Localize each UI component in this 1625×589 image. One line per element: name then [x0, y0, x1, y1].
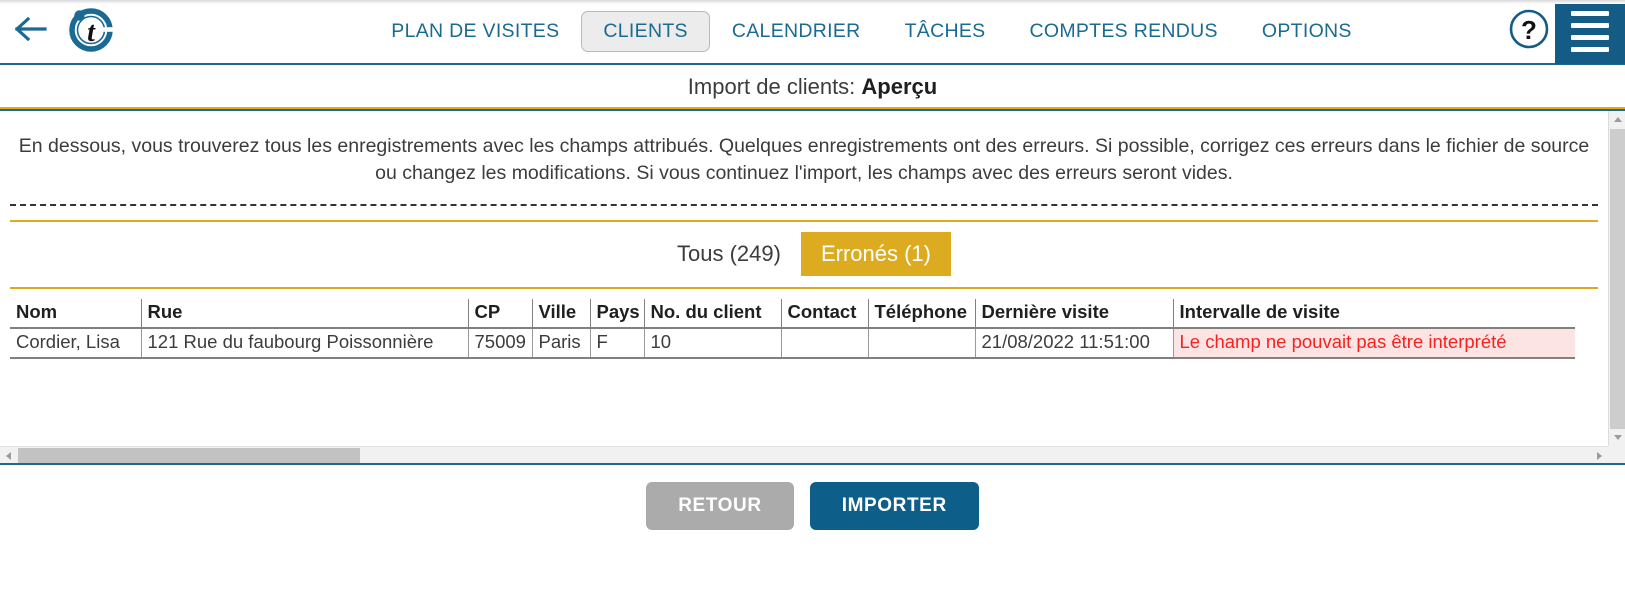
chevron-right-icon — [1597, 451, 1602, 460]
cell-cp: 75009 — [468, 328, 533, 359]
cell-derniere-visite: 21/08/2022 11:51:00 — [975, 328, 1174, 359]
hamburger-bar-2 — [1571, 35, 1609, 40]
help-button[interactable]: ? — [1503, 0, 1555, 64]
dashed-divider — [10, 204, 1598, 206]
horizontal-scrollbar-thumb[interactable] — [18, 448, 360, 463]
scroll-right-button[interactable] — [1591, 447, 1608, 463]
page-title-bar: Import de clients: Aperçu — [0, 65, 1625, 109]
records-table-wrapper: Nom Rue CP Ville Pays No. du client Cont… — [10, 299, 1598, 359]
page-title: Import de clients: Aperçu — [688, 74, 937, 100]
brand-logo[interactable]: t — [62, 0, 120, 64]
intro-instructions: En dessous, vous trouverez tous les enre… — [18, 135, 1590, 184]
page-title-emphasis: Aperçu — [861, 73, 938, 99]
scroll-left-button[interactable] — [0, 447, 17, 463]
nav-item-comptes-rendus[interactable]: COMPTES RENDUS — [1007, 11, 1239, 52]
col-header-ville[interactable]: Ville — [532, 299, 591, 329]
arrow-left-icon — [14, 16, 48, 47]
scrollbar-corner — [1608, 446, 1625, 463]
record-filter-tabs: Tous (249) Erronés (1) — [0, 232, 1608, 276]
cell-no-du-client: 10 — [644, 328, 782, 359]
back-action-button[interactable]: RETOUR — [646, 482, 794, 530]
vertical-scrollbar-thumb[interactable] — [1610, 129, 1625, 429]
nav-item-clients[interactable]: CLIENTS — [581, 11, 710, 52]
gold-divider-top — [10, 220, 1598, 222]
tab-errones[interactable]: Erronés (1) — [800, 232, 951, 276]
chevron-up-icon — [1613, 117, 1622, 122]
col-header-rue[interactable]: Rue — [141, 299, 469, 329]
cell-pays: F — [590, 328, 645, 359]
cell-nom: Cordier, Lisa — [10, 328, 142, 359]
col-header-cp[interactable]: CP — [468, 299, 533, 329]
records-table: Nom Rue CP Ville Pays No. du client Cont… — [10, 299, 1575, 359]
col-header-contact[interactable]: Contact — [781, 299, 869, 329]
scroll-up-button[interactable] — [1609, 111, 1625, 128]
cell-telephone — [868, 328, 976, 359]
scroll-down-button[interactable] — [1609, 429, 1625, 446]
chevron-left-icon — [6, 451, 11, 460]
cell-rue: 121 Rue du faubourg Poissonnière — [141, 328, 469, 359]
brand-t-logo-icon: t — [66, 4, 116, 59]
app-window: t PLAN DE VISITES CLIENTS CALENDRIER TÂC… — [0, 0, 1625, 589]
page-title-prefix: Import de clients: — [687, 73, 862, 99]
svg-text:t: t — [87, 17, 96, 48]
col-header-intervalle-de-visite[interactable]: Intervalle de visite — [1173, 299, 1575, 329]
col-header-no-du-client[interactable]: No. du client — [644, 299, 782, 329]
col-header-pays[interactable]: Pays — [590, 299, 645, 329]
footer-bar: RETOUR IMPORTER — [0, 463, 1625, 561]
content-scroll-area: En dessous, vous trouverez tous les enre… — [0, 111, 1608, 446]
hamburger-bar-3 — [1571, 47, 1609, 52]
topbar-shadow — [0, 0, 1625, 4]
chevron-down-icon — [1613, 435, 1622, 440]
table-row[interactable]: Cordier, Lisa 121 Rue du faubourg Poisso… — [10, 328, 1575, 359]
svg-text:?: ? — [1521, 15, 1537, 45]
top-navigation-bar: t PLAN DE VISITES CLIENTS CALENDRIER TÂC… — [0, 0, 1625, 65]
col-header-derniere-visite[interactable]: Dernière visite — [975, 299, 1174, 329]
col-header-nom[interactable]: Nom — [10, 299, 142, 329]
col-header-telephone[interactable]: Téléphone — [868, 299, 976, 329]
back-button[interactable] — [0, 0, 62, 64]
cell-ville: Paris — [532, 328, 591, 359]
content-panel: En dessous, vous trouverez tous les enre… — [0, 109, 1625, 463]
main-nav: PLAN DE VISITES CLIENTS CALENDRIER TÂCHE… — [240, 11, 1503, 52]
footer-button-row: RETOUR IMPORTER — [0, 465, 1625, 530]
menu-button[interactable] — [1555, 0, 1625, 64]
horizontal-scrollbar[interactable] — [0, 446, 1608, 463]
nav-item-options[interactable]: OPTIONS — [1240, 11, 1374, 52]
nav-item-plan-de-visites[interactable]: PLAN DE VISITES — [369, 11, 581, 52]
cell-intervalle-de-visite-error: Le champ ne pouvait pas être interprété — [1173, 328, 1575, 359]
question-mark-circle-icon: ? — [1508, 8, 1550, 55]
gold-divider-bottom — [10, 287, 1598, 289]
cell-contact — [781, 328, 869, 359]
vertical-scrollbar[interactable] — [1608, 111, 1625, 446]
tab-tous[interactable]: Tous (249) — [657, 232, 801, 276]
hamburger-menu-icon — [1571, 11, 1609, 16]
hamburger-bar-1 — [1571, 23, 1609, 28]
nav-item-calendrier[interactable]: CALENDRIER — [710, 11, 883, 52]
import-action-button[interactable]: IMPORTER — [809, 482, 979, 530]
nav-item-taches[interactable]: TÂCHES — [883, 11, 1008, 52]
table-header-row: Nom Rue CP Ville Pays No. du client Cont… — [10, 299, 1575, 329]
